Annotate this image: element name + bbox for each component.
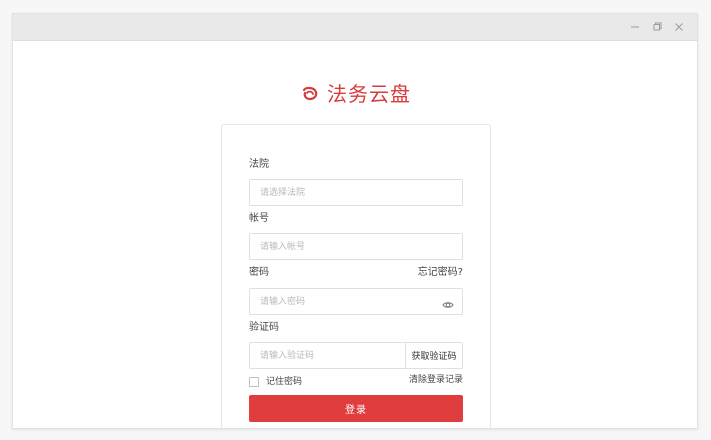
court-label: 法院	[249, 159, 269, 170]
forgot-password-link[interactable]: 忘记密码?	[418, 268, 463, 278]
app-window: 法务云盘 法院 帐号 密码 忘记密码? 验证码 获取验证码	[12, 13, 698, 429]
remember-label: 记住密码	[266, 376, 303, 387]
remember-password[interactable]: 记住密码	[249, 376, 302, 388]
court-select[interactable]	[249, 179, 463, 206]
court-input[interactable]	[250, 180, 462, 206]
password-label: 密码	[249, 267, 269, 278]
login-card: 法院 帐号 密码 忘记密码? 验证码 获取验证码 记住密码	[221, 124, 491, 428]
close-icon[interactable]	[672, 20, 686, 34]
password-input[interactable]	[250, 289, 462, 315]
title-bar	[13, 14, 697, 41]
window-controls	[628, 18, 686, 36]
clear-login-history-link[interactable]: 清除登录记录	[409, 376, 463, 385]
captcha-field: 获取验证码	[249, 342, 463, 369]
captcha-label: 验证码	[249, 322, 279, 333]
cloud-logo-icon	[299, 83, 321, 105]
eye-icon[interactable]	[442, 296, 454, 308]
minimize-icon[interactable]	[628, 20, 642, 34]
remember-checkbox[interactable]	[249, 377, 259, 387]
password-field[interactable]	[249, 288, 463, 315]
login-button[interactable]: 登录	[249, 395, 463, 422]
account-input[interactable]	[250, 234, 462, 260]
account-label: 帐号	[249, 213, 269, 224]
brand-header: 法务云盘	[13, 79, 697, 109]
get-captcha-button[interactable]: 获取验证码	[405, 343, 462, 368]
account-field[interactable]	[249, 233, 463, 260]
captcha-input[interactable]	[250, 343, 405, 368]
restore-icon[interactable]	[650, 20, 664, 34]
app-title: 法务云盘	[327, 82, 411, 106]
